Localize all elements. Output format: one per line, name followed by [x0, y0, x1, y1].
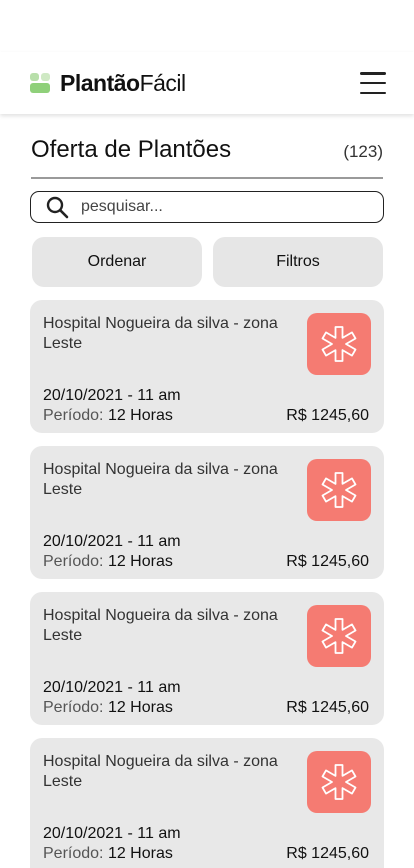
medical-asterisk-icon — [307, 605, 371, 667]
period-value: 12 Horas — [107, 845, 173, 862]
hospital-name: Hospital Nogueira da silva - zona Leste — [43, 753, 278, 790]
brand-name-bold: Plantão — [60, 69, 140, 96]
hospital-name: Hospital Nogueira da silva - zona Leste — [43, 461, 278, 498]
page-title: Oferta de Plantões — [31, 136, 232, 163]
shift-period: Período: 12 Horas — [43, 845, 173, 863]
hospital-name: Hospital Nogueira da silva - zona Leste — [43, 315, 278, 352]
search-bar[interactable] — [30, 191, 384, 223]
search-input[interactable] — [81, 198, 341, 216]
medical-asterisk-icon — [307, 751, 371, 813]
period-label: Período: — [43, 553, 104, 570]
period-label: Período: — [43, 407, 104, 424]
shift-price: R$ 1245,60 — [286, 553, 369, 570]
offer-card[interactable]: Hospital Nogueira da silva - zona Leste … — [30, 446, 384, 579]
medical-asterisk-icon — [307, 313, 371, 375]
medical-asterisk-icon — [307, 459, 371, 521]
offer-card[interactable]: Hospital Nogueira da silva - zona Leste … — [30, 738, 384, 868]
shift-date: 20/10/2021 - 11 am — [43, 679, 181, 696]
period-value: 12 Horas — [107, 699, 173, 716]
hamburger-menu-icon[interactable] — [360, 72, 386, 94]
shift-date: 20/10/2021 - 11 am — [43, 533, 181, 550]
filter-button[interactable]: Filtros — [213, 237, 383, 287]
offer-card[interactable]: Hospital Nogueira da silva - zona Leste … — [30, 592, 384, 725]
brand-logo[interactable]: PlantãoFácil — [30, 70, 186, 97]
shift-price: R$ 1245,60 — [286, 845, 369, 862]
shift-price: R$ 1245,60 — [286, 407, 369, 424]
hospital-name: Hospital Nogueira da silva - zona Leste — [43, 607, 278, 644]
shift-date: 20/10/2021 - 11 am — [43, 825, 181, 842]
shift-period: Período: 12 Horas — [43, 699, 173, 717]
period-label: Período: — [43, 845, 104, 862]
page-heading: Oferta de Plantões (123) — [31, 136, 383, 164]
shift-period: Período: 12 Horas — [43, 553, 173, 571]
period-value: 12 Horas — [107, 407, 173, 424]
period-value: 12 Horas — [107, 553, 173, 570]
shift-price: R$ 1245,60 — [286, 699, 369, 716]
offer-count: (123) — [343, 142, 383, 161]
brand-name: PlantãoFácil — [60, 70, 186, 97]
shift-date: 20/10/2021 - 11 am — [43, 387, 181, 404]
sort-button[interactable]: Ordenar — [32, 237, 202, 287]
app-header: PlantãoFácil — [0, 52, 414, 114]
heading-divider — [31, 177, 383, 179]
brand-name-light: Fácil — [139, 69, 187, 96]
search-icon — [46, 196, 69, 219]
logo-icon — [30, 73, 50, 93]
offer-card[interactable]: Hospital Nogueira da silva - zona Leste … — [30, 300, 384, 433]
period-label: Período: — [43, 699, 104, 716]
shift-period: Período: 12 Horas — [43, 407, 173, 425]
